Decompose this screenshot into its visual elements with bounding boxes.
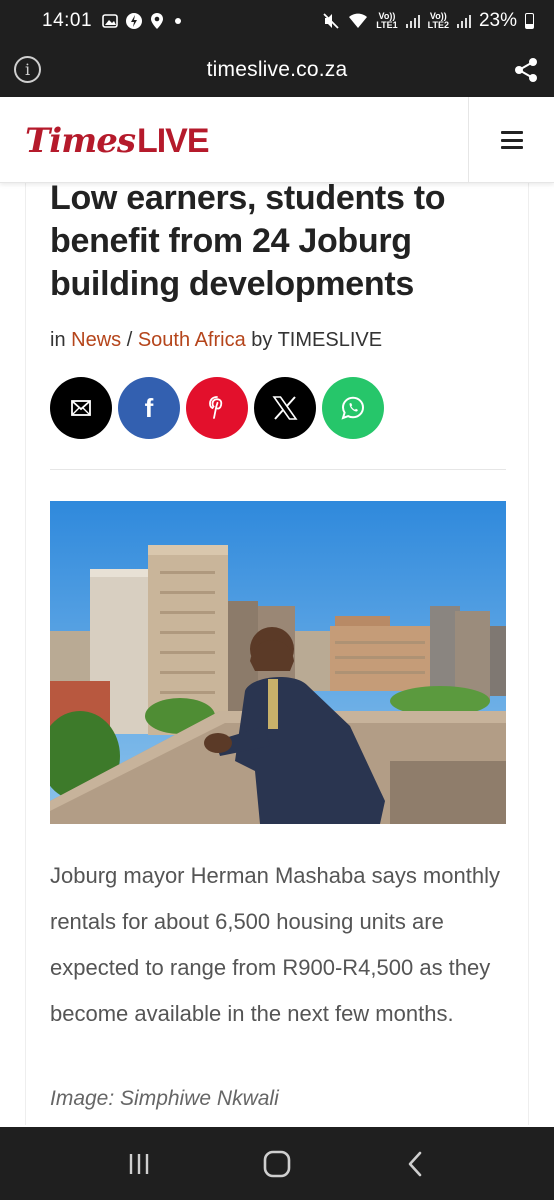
sim1-label: Vo)) LTE1 [376,12,397,30]
divider [50,469,506,470]
back-button[interactable] [395,1144,435,1184]
sim2-network: LTE2 [427,20,449,30]
back-icon [408,1151,422,1176]
photo-caption: Joburg mayor Herman Mashaba says monthly… [50,863,500,1026]
recents-icon [129,1153,149,1174]
pinterest-icon [209,396,223,419]
article-headline: Low earners, students to benefit from 24… [50,183,446,303]
notification-icons [102,12,185,30]
photo-credit: Image: Simphiwe Nkwali [50,1087,279,1110]
site-header: Times LIVE [0,97,554,183]
email-icon [71,400,91,416]
facebook-icon: f [144,392,154,423]
share-x-button[interactable] [254,377,316,439]
home-icon [263,1150,291,1177]
byline-separator: / [126,329,133,351]
location-icon [151,13,164,29]
more-notifications-icon [175,18,182,24]
byline-by: by [251,329,273,351]
byline: in News / South Africa by TIMESLIVE [50,329,382,352]
url-text[interactable]: timeslive.co.za [207,58,348,82]
status-time: 14:01 [42,10,93,31]
whatsapp-icon [341,396,365,420]
signal-icon [405,14,420,28]
hamburger-icon [500,131,523,149]
share-icon[interactable] [512,56,540,84]
battery-icon [525,13,534,29]
mute-icon [323,13,339,29]
timeslive-logo[interactable]: Times LIVE [25,121,210,161]
share-buttons: f [50,377,384,439]
sim2-label: Vo)) LTE2 [428,12,449,30]
category-south-africa-link[interactable]: South Africa [138,329,246,351]
sim1-network: LTE1 [376,20,398,30]
share-email-button[interactable] [50,377,112,439]
status-right: Vo)) LTE1 Vo)) LTE2 23% [322,10,534,32]
battery-percent: 23% [478,10,517,31]
share-pinterest-button[interactable] [186,377,248,439]
article-photo[interactable] [50,501,506,824]
url-bar[interactable]: i timeslive.co.za [0,42,554,97]
x-icon [272,396,298,420]
logo-live: LIVE [136,122,210,160]
signal-icon-2 [456,14,471,28]
byline-author: TIMESLIVE [277,329,383,351]
menu-button[interactable] [468,97,554,183]
home-button[interactable] [257,1144,297,1184]
data-saver-icon [126,13,143,29]
recents-button[interactable] [119,1144,159,1184]
status-bar: 14:01 Vo)) LTE1 Vo)) LTE2 23% [0,0,554,42]
share-whatsapp-button[interactable] [322,377,384,439]
gallery-icon [102,14,118,28]
site-info-icon[interactable]: i [14,56,41,83]
article: Low earners, students to benefit from 24… [25,183,529,1125]
byline-in: in [50,329,66,351]
system-nav-bar [0,1127,554,1200]
wifi-icon [349,13,368,28]
logo-times: Times [25,121,136,161]
status-left: 14:01 [42,10,185,32]
category-news-link[interactable]: News [71,329,121,351]
share-facebook-button[interactable]: f [118,377,180,439]
